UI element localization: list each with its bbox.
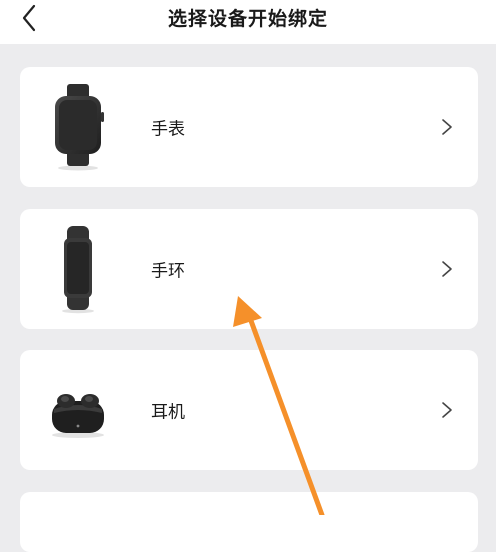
smartwatch-icon — [55, 84, 104, 171]
device-card-band[interactable]: 手环 — [20, 209, 478, 329]
chevron-right-icon — [442, 119, 452, 135]
device-label: 耳机 — [151, 402, 185, 423]
page-title: 选择设备开始绑定 — [167, 8, 328, 30]
fitness-band-icon — [62, 226, 94, 314]
top-bar: 选择设备开始绑定 — [0, 0, 496, 44]
device-card-more[interactable] — [20, 492, 478, 552]
device-card-watch[interactable]: 手表 — [20, 67, 478, 187]
earbuds-case-icon — [52, 394, 104, 438]
chevron-right-icon — [442, 402, 452, 418]
device-card-earbuds[interactable]: 耳机 — [20, 350, 478, 470]
device-label: 手环 — [151, 261, 185, 282]
device-label: 手表 — [151, 119, 185, 140]
chevron-right-icon — [442, 261, 452, 277]
